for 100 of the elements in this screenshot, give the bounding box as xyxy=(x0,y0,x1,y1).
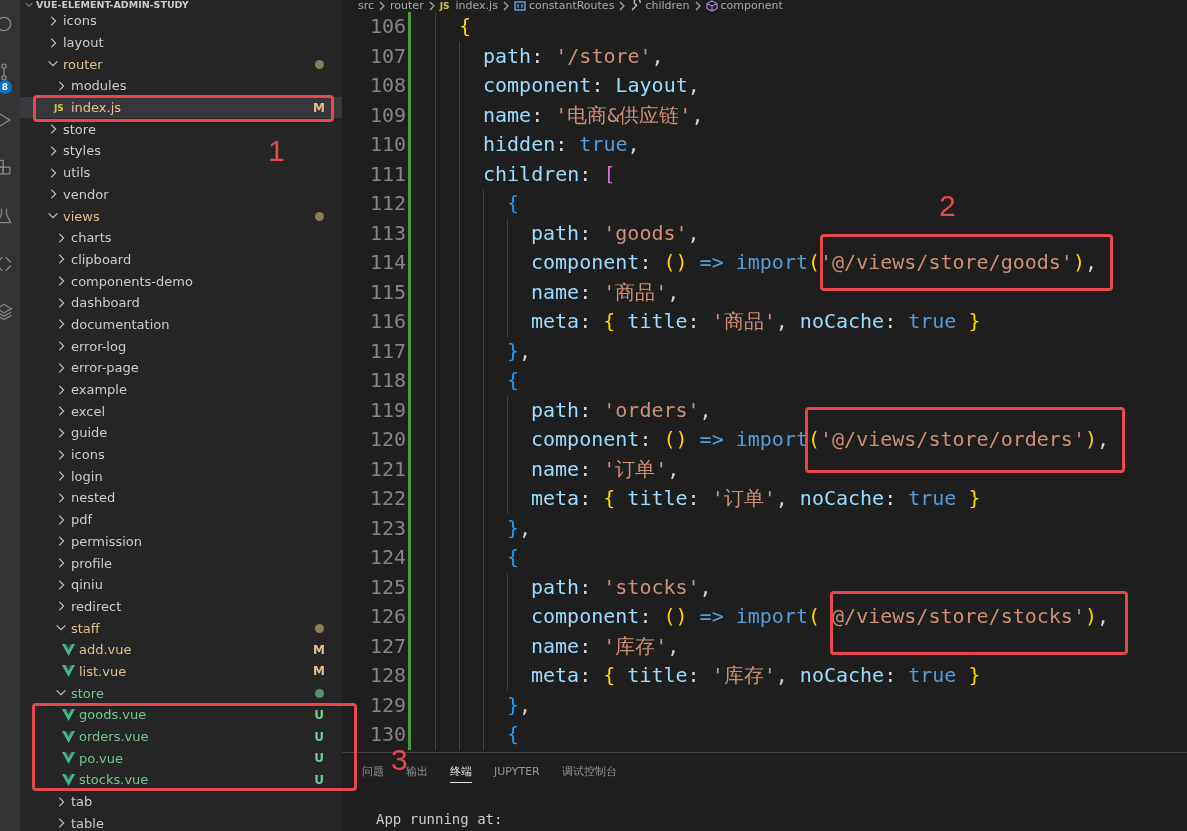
line-number: 122 xyxy=(368,485,406,512)
code-line: component: () => import('@/views/store/goods'), xyxy=(531,249,1097,276)
tree-item[interactable]: documentation xyxy=(54,316,170,333)
line-number: 106 xyxy=(368,13,406,40)
code-line: { xyxy=(459,13,472,40)
line-number: 109 xyxy=(368,101,406,129)
change-dot xyxy=(315,623,324,633)
vue-file-icon xyxy=(62,706,75,723)
extensions-icon[interactable] xyxy=(0,158,14,178)
flask-icon[interactable] xyxy=(0,206,14,226)
panel-tab[interactable]: 调试控制台 xyxy=(561,760,617,783)
tree-item[interactable]: permission xyxy=(54,533,142,550)
explorer-title: VUE-ELEMENT-ADMIN-STUDY xyxy=(36,0,189,10)
tree-item[interactable]: pdf xyxy=(54,511,93,528)
chevron-icon[interactable] xyxy=(24,0,34,10)
line-number: 115 xyxy=(368,278,406,306)
breadcrumb-item[interactable]: constantRoutes xyxy=(528,0,615,12)
code-line: path: 'goods', xyxy=(531,219,700,247)
tree-item[interactable]: list.vue xyxy=(62,663,127,680)
tree-item[interactable]: charts xyxy=(54,229,112,246)
tree-item[interactable]: tab xyxy=(54,793,93,810)
line-number: 130 xyxy=(368,721,406,748)
line-number: 108 xyxy=(368,72,406,99)
breadcrumb-item[interactable]: router xyxy=(390,0,424,12)
code-line: name: '商品', xyxy=(531,278,680,306)
code-line: component: Layout, xyxy=(483,72,700,99)
code-line: component: () => import( @/views/store/stocks'), xyxy=(531,603,1110,630)
code-line: meta: { title: '库存', noCache: true } xyxy=(531,662,981,689)
code-line: component: () => import('@/views/store/orders'), xyxy=(531,426,1110,453)
js-file-icon: JS xyxy=(439,1,450,11)
code-line: hidden: true, xyxy=(483,131,640,158)
breadcrumb-item[interactable]: index.js xyxy=(455,0,498,12)
search-icon[interactable] xyxy=(0,14,14,34)
change-dot xyxy=(315,688,324,698)
annotation-number: 2 xyxy=(939,188,956,224)
tree-item[interactable]: error-log xyxy=(54,338,127,355)
code-line: meta: { title: '订单', noCache: true } xyxy=(531,485,981,512)
code-line: }, xyxy=(507,337,532,365)
tree-item[interactable]: store xyxy=(54,685,104,702)
line-number: 113 xyxy=(368,219,406,247)
line-number: 107 xyxy=(368,42,406,70)
panel-tab[interactable]: 输出 xyxy=(406,760,428,783)
code-line: { xyxy=(507,367,520,394)
tree-item[interactable]: error-page xyxy=(54,359,139,376)
tree-item[interactable]: example xyxy=(54,381,127,398)
tree-item[interactable]: JS index.js xyxy=(54,99,122,116)
tree-item[interactable]: icons xyxy=(54,446,105,463)
tree-item[interactable]: profile xyxy=(54,555,113,572)
breadcrumb-item[interactable]: children xyxy=(645,0,690,12)
git-status-letter: M xyxy=(312,664,326,679)
panel-tab[interactable]: JUPYTER xyxy=(494,761,540,782)
tree-item[interactable]: login xyxy=(54,468,103,485)
layers-icon[interactable] xyxy=(0,302,14,322)
tree-item[interactable]: vendor xyxy=(46,186,109,203)
variable-icon xyxy=(513,0,526,12)
tree-item[interactable]: add.vue xyxy=(62,641,132,658)
code-line: }, xyxy=(507,514,532,542)
line-number: 123 xyxy=(368,514,406,542)
tree-item[interactable]: goods.vue xyxy=(62,706,147,723)
line-number: 116 xyxy=(368,308,406,335)
tree-item[interactable]: po.vue xyxy=(62,750,124,767)
vue-file-icon xyxy=(62,750,75,767)
tree-item[interactable]: orders.vue xyxy=(62,728,149,745)
line-number: 110 xyxy=(368,131,406,158)
line-number: 117 xyxy=(368,337,406,365)
js-file-icon: JS xyxy=(54,102,67,113)
tree-item[interactable]: components-demo xyxy=(54,273,193,290)
line-number: 128 xyxy=(368,662,406,689)
code-line: meta: { title: '商品', noCache: true } xyxy=(531,308,981,335)
tree-item[interactable]: table xyxy=(54,815,104,831)
vue-file-icon xyxy=(62,771,75,788)
tree-item[interactable]: utils xyxy=(46,164,91,181)
tree-item[interactable]: views xyxy=(46,208,100,225)
tree-item[interactable]: redirect xyxy=(54,598,122,615)
breadcrumb-item[interactable]: component xyxy=(720,0,783,12)
tree-item[interactable]: qiniu xyxy=(54,576,103,593)
panel-tab[interactable]: 终端 xyxy=(450,760,472,783)
tree-item[interactable]: staff xyxy=(54,620,100,637)
vue-file-icon xyxy=(62,641,75,658)
tree-item[interactable]: layout xyxy=(46,34,104,51)
tree-item[interactable]: nested xyxy=(54,489,116,506)
line-number: 121 xyxy=(368,455,406,483)
panel-tab[interactable]: 问题 xyxy=(362,760,384,783)
tree-item[interactable]: icons xyxy=(46,12,97,29)
tree-item[interactable]: clipboard xyxy=(54,251,132,268)
tree-item[interactable]: stocks.vue xyxy=(62,771,149,788)
git-status-letter: U xyxy=(313,729,325,744)
breadcrumb-item[interactable]: src xyxy=(358,0,375,12)
tree-item[interactable]: store xyxy=(46,121,96,138)
line-number: 125 xyxy=(368,573,406,601)
tree-item[interactable]: styles xyxy=(46,142,101,159)
code-line: }, xyxy=(507,691,532,719)
tree-item[interactable]: modules xyxy=(54,77,127,94)
remote-icon[interactable] xyxy=(0,254,14,274)
code-line: children: [ xyxy=(483,160,616,188)
tree-item[interactable]: router xyxy=(46,56,103,73)
tree-item[interactable]: guide xyxy=(54,424,108,441)
tree-item[interactable]: excel xyxy=(54,403,105,420)
change-dot xyxy=(315,211,324,221)
tree-item[interactable]: dashboard xyxy=(54,294,140,311)
